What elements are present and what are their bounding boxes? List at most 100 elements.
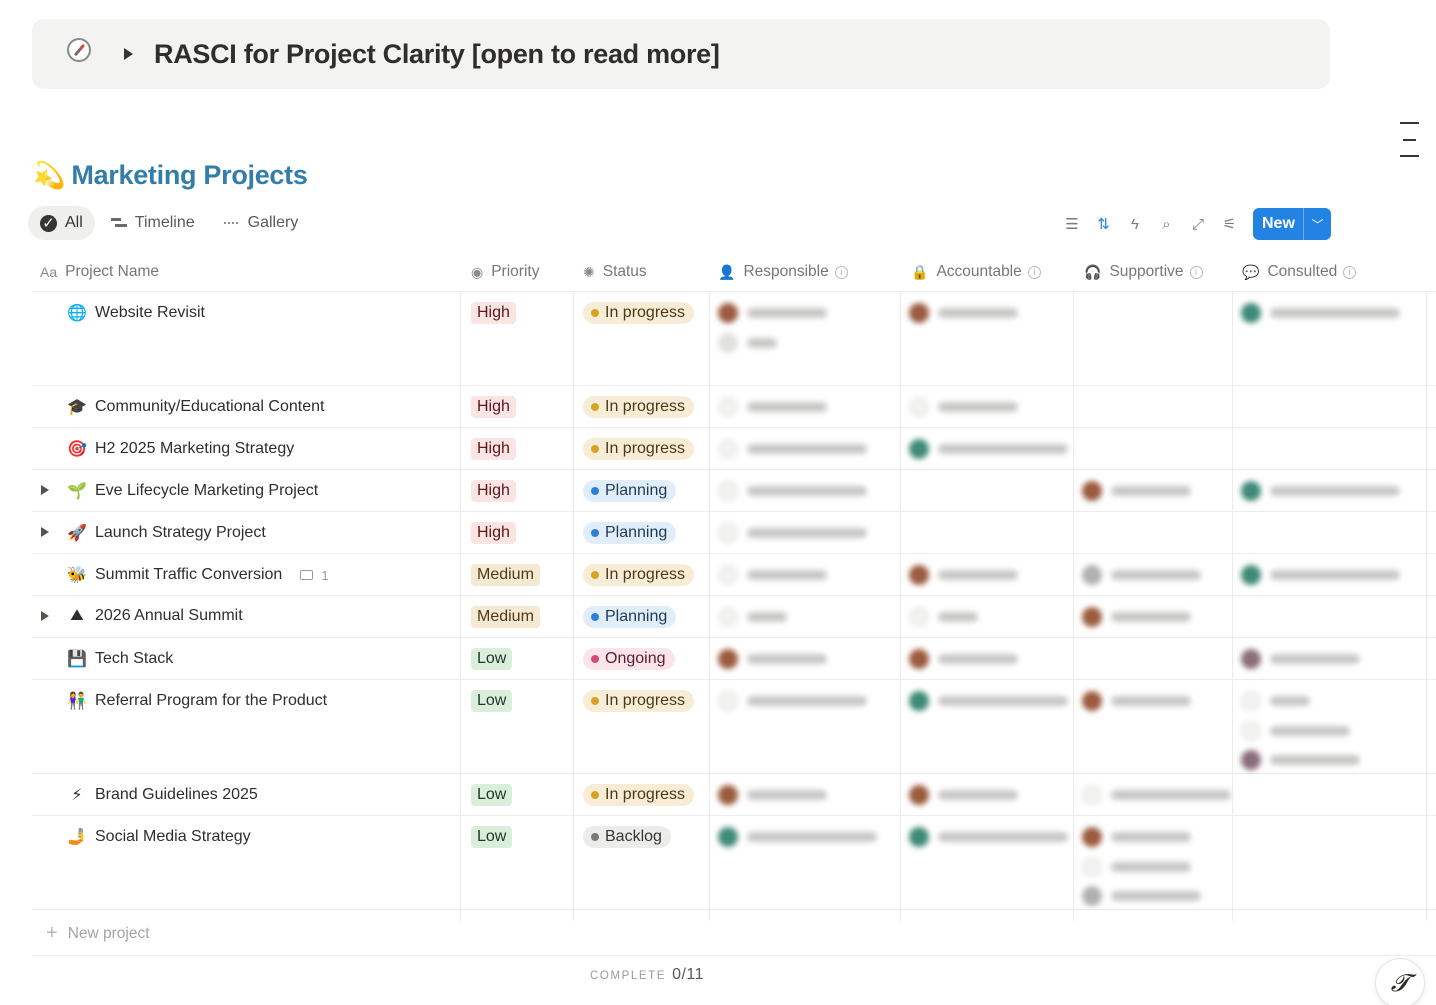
project-name-cell[interactable]: 🐝 Summit Traffic Conversion 1 [67,565,329,585]
accountable-cell[interactable] [909,564,1018,594]
priority-tag[interactable]: High [471,438,516,460]
project-name-cell[interactable]: 🎯 H2 2025 Marketing Strategy [67,439,294,459]
ai-assistant-button[interactable]: 𝓣 [1375,958,1425,1005]
table-row[interactable]: 🌱 Eve Lifecycle Marketing Project High Pla… [32,470,1436,512]
priority-tag[interactable]: Medium [471,606,540,628]
responsible-cell[interactable] [718,564,827,594]
consulted-cell[interactable] [1241,648,1360,678]
status-badge[interactable]: In progress [583,302,695,324]
consulted-cell[interactable] [1241,302,1400,332]
status-badge[interactable]: Planning [583,522,677,544]
accountable-cell[interactable] [909,690,1068,720]
priority-tag[interactable]: Low [471,784,513,806]
priority-tag[interactable]: High [471,480,516,502]
priority-tag[interactable]: Low [471,690,513,712]
supportive-cell[interactable] [1082,784,1231,814]
responsible-cell[interactable] [718,648,827,678]
table-row[interactable]: 👫 Referral Program for the Product Low In … [32,680,1436,774]
responsible-cell[interactable] [718,522,867,552]
column-header-priority[interactable]: ◉ Priority [471,252,539,292]
responsible-cell[interactable] [718,784,827,814]
status-badge[interactable]: Backlog [583,826,671,848]
supportive-cell[interactable] [1082,606,1191,636]
expand-toggle-icon[interactable] [41,527,49,537]
status-badge[interactable]: Planning [583,606,677,628]
project-name-cell[interactable]: 🤳 Social Media Strategy [67,827,251,847]
column-header-accountable[interactable]: 🔒 Accountable i [911,252,1041,292]
column-header-name[interactable]: Aa Project Name [40,252,159,292]
status-badge[interactable]: Ongoing [583,648,675,670]
consulted-cell[interactable] [1241,564,1400,594]
table-row[interactable]: 🎓 Community/Educational Content High In pr… [32,386,1436,428]
responsible-cell[interactable] [718,826,877,856]
search-icon[interactable]: ⌕ [1157,212,1177,236]
status-badge[interactable]: Planning [583,480,677,502]
status-badge[interactable]: In progress [583,784,695,806]
table-row[interactable]: 💾 Tech Stack Low Ongoing [32,638,1436,680]
column-header-supportive[interactable]: 🎧 Supportive i [1084,252,1203,292]
supportive-cell[interactable] [1082,564,1201,594]
consulted-cell[interactable] [1241,480,1400,510]
column-header-responsible[interactable]: 👤 Responsible i [718,252,848,292]
new-button[interactable]: New ﹀ [1253,208,1331,240]
info-icon[interactable]: i [1027,265,1041,279]
priority-tag[interactable]: High [471,302,516,324]
expand-toggle-icon[interactable] [41,485,49,495]
supportive-cell[interactable] [1082,690,1191,720]
project-name-cell[interactable]: 👫 Referral Program for the Product [67,691,327,711]
table-row[interactable]: 🌐 Website Revisit High In progress [32,292,1436,386]
accountable-cell[interactable] [909,606,978,636]
accountable-cell[interactable] [909,826,1068,856]
tab-gallery[interactable]: Gallery [211,206,311,240]
automation-icon[interactable]: ϟ [1125,212,1145,236]
project-name-cell[interactable]: 🎓 Community/Educational Content [67,397,324,417]
column-header-consulted[interactable]: 💬 Consulted i [1242,252,1357,292]
responsible-cell[interactable] [718,396,827,426]
project-name-cell[interactable]: 🚀 Launch Strategy Project [67,523,266,543]
accountable-cell[interactable] [909,302,1018,332]
accountable-cell[interactable] [909,648,1018,678]
new-project-row[interactable]: + New project [32,912,1436,956]
responsible-cell[interactable] [718,480,867,510]
table-row[interactable]: 🐝 Summit Traffic Conversion 1 Medium In pro… [32,554,1436,596]
chevron-down-icon[interactable]: ﹀ [1304,216,1331,233]
priority-tag[interactable]: Low [471,826,513,848]
accountable-cell[interactable] [909,784,1018,814]
toggle-triangle-icon[interactable] [124,48,133,60]
table-row[interactable]: 🎯 H2 2025 Marketing Strategy High In progr… [32,428,1436,470]
priority-tag[interactable]: Medium [471,564,540,586]
project-name-cell[interactable]: ⚡ Brand Guidelines 2025 [67,785,257,805]
column-header-status[interactable]: ✺ Status [583,252,647,292]
status-badge[interactable]: In progress [583,690,695,712]
accountable-cell[interactable] [909,438,1068,468]
responsible-cell[interactable] [718,606,787,636]
filter-icon[interactable]: ☰ [1062,212,1082,236]
status-badge[interactable]: In progress [583,564,695,586]
sort-icon[interactable]: ⇅ [1094,212,1114,236]
project-name-cell[interactable]: 🌐 Website Revisit [67,303,205,323]
tab-all[interactable]: ✓ All [28,206,95,240]
priority-tag[interactable]: Low [471,648,513,670]
priority-tag[interactable]: High [471,396,516,418]
tab-timeline[interactable]: Timeline [99,206,207,240]
info-icon[interactable]: i [1343,265,1357,279]
responsible-cell[interactable] [718,690,867,720]
table-row[interactable]: ⚡ Brand Guidelines 2025 Low In progress [32,774,1436,816]
supportive-cell[interactable] [1082,480,1191,510]
table-row[interactable]: 🤳 Social Media Strategy Low Backlog [32,816,1436,910]
consulted-cell[interactable] [1241,690,1360,779]
comment-count[interactable]: 1 [300,568,329,583]
info-icon[interactable]: i [834,265,848,279]
project-name-cell[interactable]: ⛰ 2026 Annual Summit [67,607,242,625]
status-badge[interactable]: In progress [583,438,695,460]
supportive-cell[interactable] [1082,826,1201,915]
accountable-cell[interactable] [909,396,1018,426]
responsible-cell[interactable] [718,302,827,361]
responsible-cell[interactable] [718,438,867,468]
settings-icon[interactable]: ⚟ [1220,212,1240,236]
project-name-cell[interactable]: 🌱 Eve Lifecycle Marketing Project [67,481,318,501]
database-title[interactable]: 💫 Marketing Projects [33,160,308,191]
table-row[interactable]: 🚀 Launch Strategy Project High Planning [32,512,1436,554]
expand-icon[interactable]: ⤢ [1188,212,1208,236]
status-badge[interactable]: In progress [583,396,695,418]
